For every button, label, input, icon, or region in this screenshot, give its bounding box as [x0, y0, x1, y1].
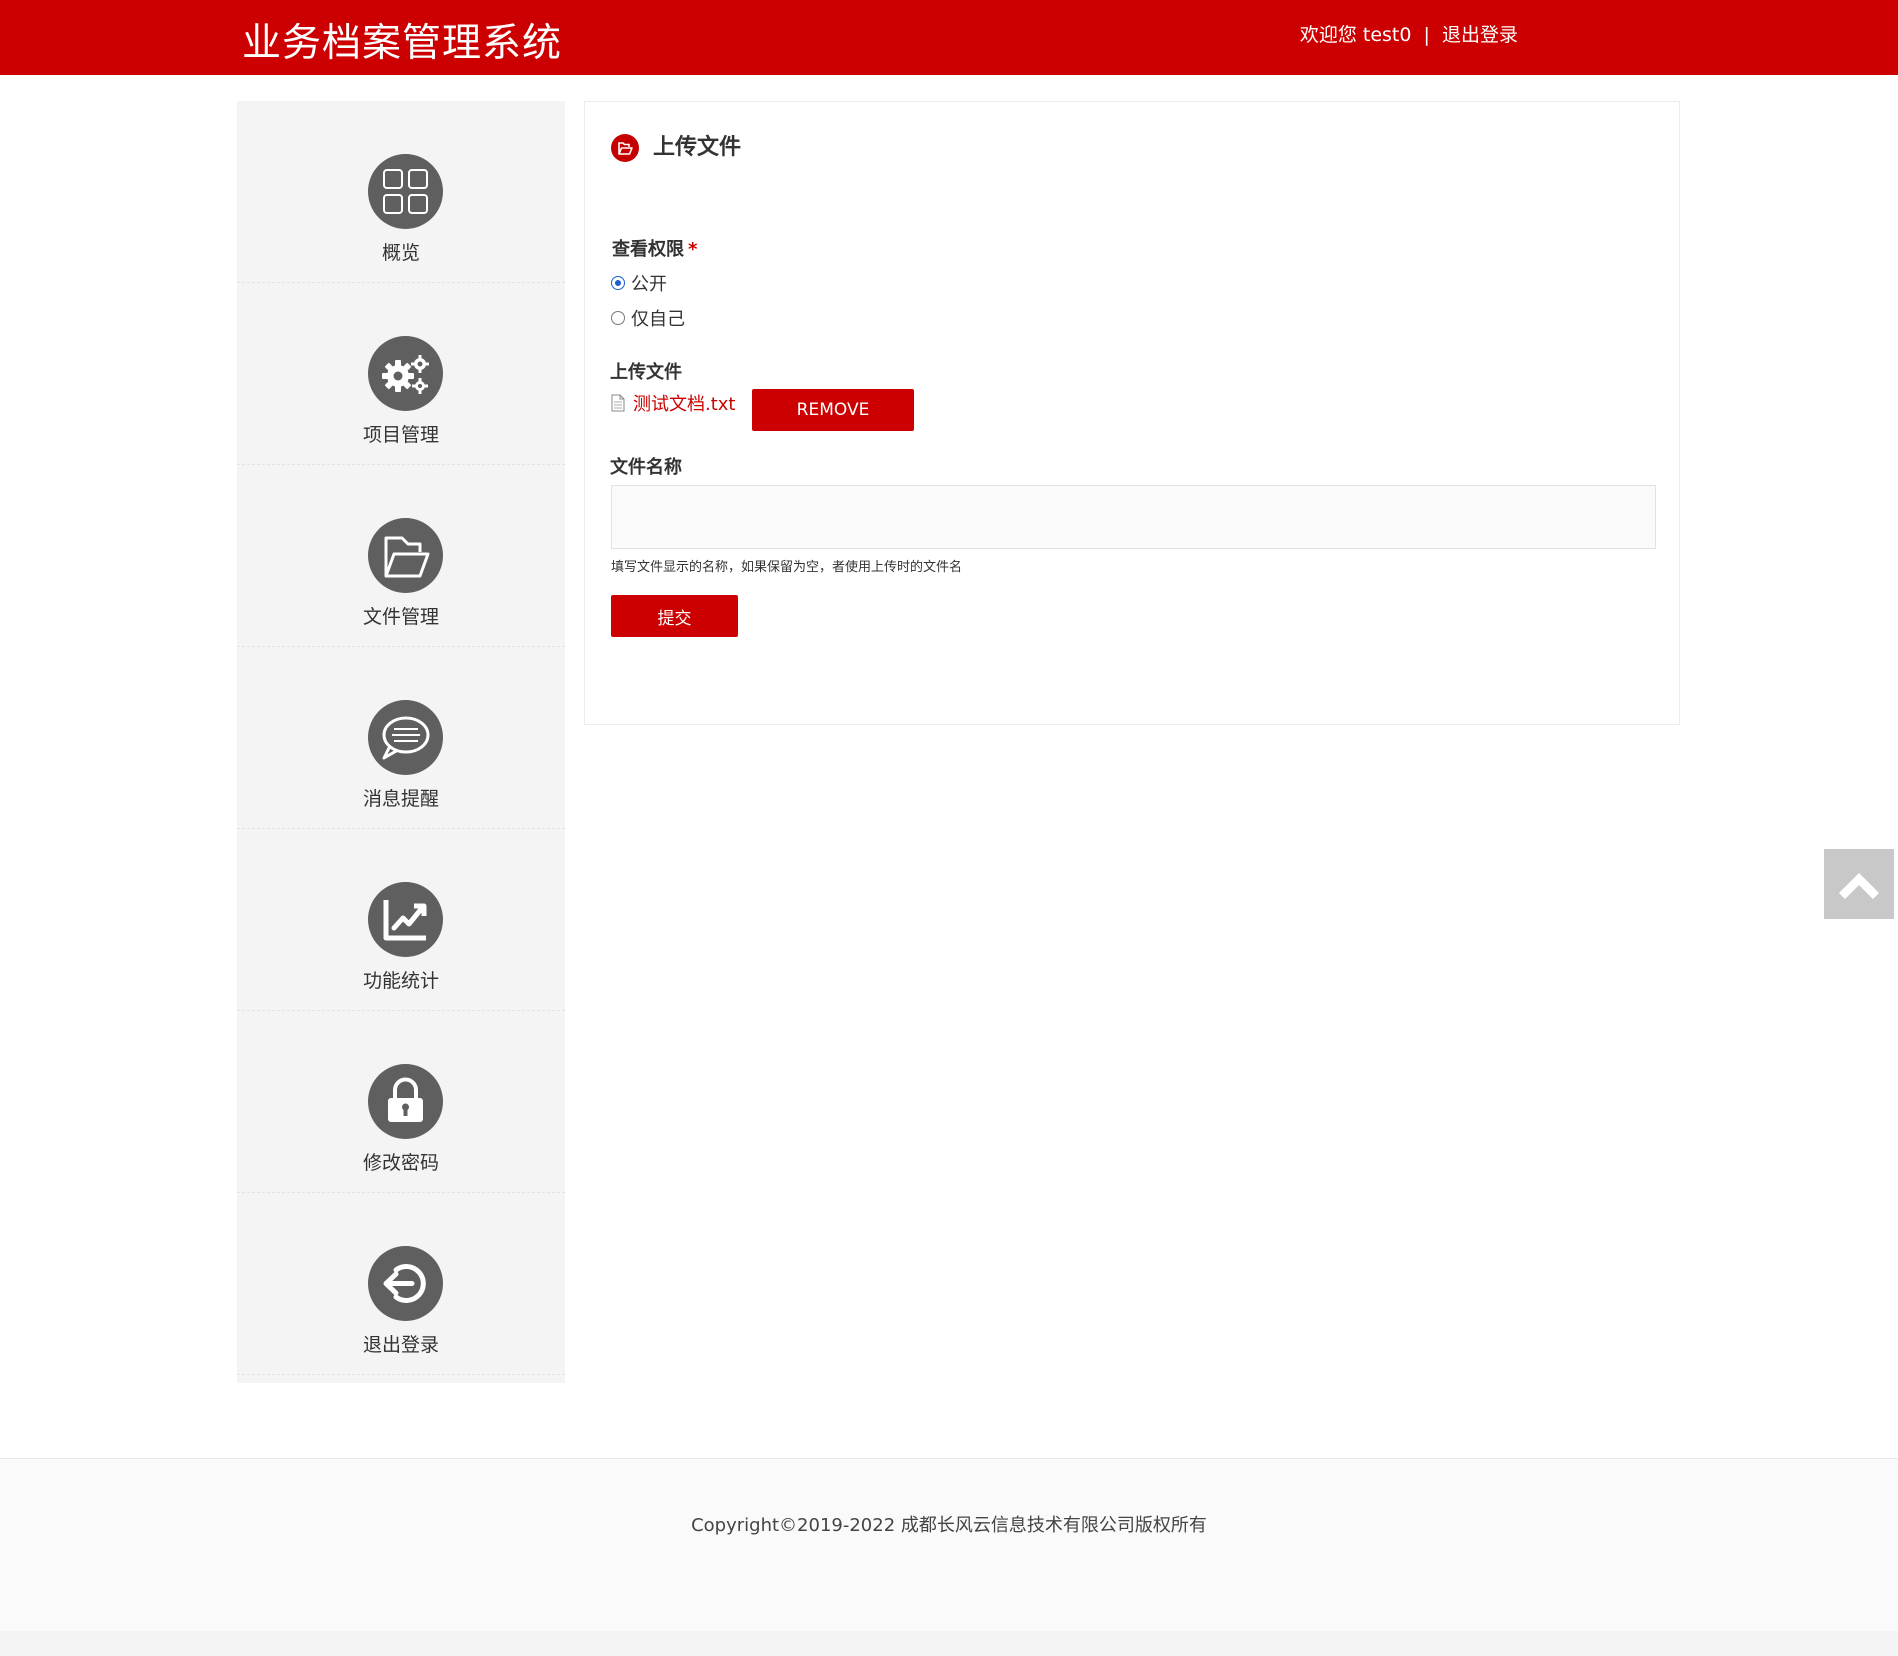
- radio-private-label: 仅自己: [631, 309, 685, 330]
- user-area: 欢迎您 test0 | 退出登录: [1300, 20, 1518, 47]
- sidebar: 概览 项目管理 文件管理 消息提醒 功能统计 修改密码 退出登录: [237, 101, 565, 1383]
- arrow-up-icon: [1839, 873, 1879, 899]
- remove-file-button[interactable]: REMOVE: [752, 389, 914, 431]
- radio-public[interactable]: 公开: [611, 270, 667, 296]
- welcome-text: 欢迎您 test0: [1299, 24, 1412, 46]
- lock-icon: [368, 1064, 443, 1139]
- back-to-top-button[interactable]: [1824, 849, 1894, 919]
- filename-input[interactable]: [611, 485, 1656, 549]
- sidebar-item-overview[interactable]: 概览: [237, 101, 565, 283]
- header-logout-link[interactable]: 退出登录: [1442, 24, 1518, 46]
- chart-line-icon: [368, 882, 443, 957]
- copyright-text: Copyright©2019-2022 成都长风云信息技术有限公司版权所有: [691, 1515, 1207, 1536]
- sidebar-item-label: 概览: [381, 242, 420, 264]
- grid-icon: [368, 154, 443, 229]
- radio-private[interactable]: 仅自己: [611, 305, 685, 331]
- upload-file-icon: [611, 134, 639, 162]
- app-title: 业务档案管理系统: [242, 21, 563, 66]
- folder-open-icon: [368, 518, 443, 593]
- document-icon: [611, 394, 625, 412]
- sidebar-item-label: 修改密码: [362, 1152, 439, 1174]
- sidebar-item-logout[interactable]: 退出登录: [237, 1193, 565, 1375]
- sidebar-item-label: 文件管理: [362, 606, 439, 628]
- required-mark: *: [688, 239, 698, 260]
- sidebar-item-label: 项目管理: [362, 424, 439, 446]
- logout-icon: [368, 1246, 443, 1321]
- gears-icon: [368, 336, 443, 411]
- panel-title: 上传文件: [653, 135, 742, 160]
- permission-label-text: 查看权限: [612, 239, 684, 260]
- uploaded-file-name[interactable]: 测试文档.txt: [633, 390, 736, 416]
- sidebar-item-projects[interactable]: 项目管理: [237, 283, 565, 465]
- submit-button[interactable]: 提交: [611, 595, 738, 637]
- sidebar-item-label: 消息提醒: [362, 788, 439, 810]
- chat-bubble-icon: [368, 700, 443, 775]
- filename-hint: 填写文件显示的名称，如果保留为空，者使用上传时的文件名: [611, 560, 963, 575]
- header-separator: |: [1423, 24, 1430, 46]
- sidebar-item-messages[interactable]: 消息提醒: [237, 647, 565, 829]
- sidebar-item-label: 功能统计: [362, 970, 439, 992]
- sidebar-item-files[interactable]: 文件管理: [237, 465, 565, 647]
- radio-public-label: 公开: [631, 274, 667, 295]
- upload-label: 上传文件: [610, 362, 682, 383]
- sidebar-item-change-password[interactable]: 修改密码: [237, 1011, 565, 1193]
- top-header: 业务档案管理系统 欢迎您 test0 | 退出登录: [0, 0, 1898, 75]
- sidebar-item-label: 退出登录: [362, 1334, 439, 1356]
- radio-public-button[interactable]: [611, 276, 625, 290]
- footer: Copyright©2019-2022 成都长风云信息技术有限公司版权所有: [0, 1458, 1898, 1631]
- permission-label: 查看权限 *: [612, 235, 697, 261]
- radio-private-button[interactable]: [611, 311, 625, 325]
- filename-label: 文件名称: [610, 457, 682, 478]
- upload-panel: 上传文件 查看权限 * 公开 仅自己 上传文件 测试文档.txt 文件名称 填写文…: [584, 101, 1680, 725]
- uploaded-file: 测试文档.txt: [611, 390, 736, 416]
- sidebar-item-statistics[interactable]: 功能统计: [237, 829, 565, 1011]
